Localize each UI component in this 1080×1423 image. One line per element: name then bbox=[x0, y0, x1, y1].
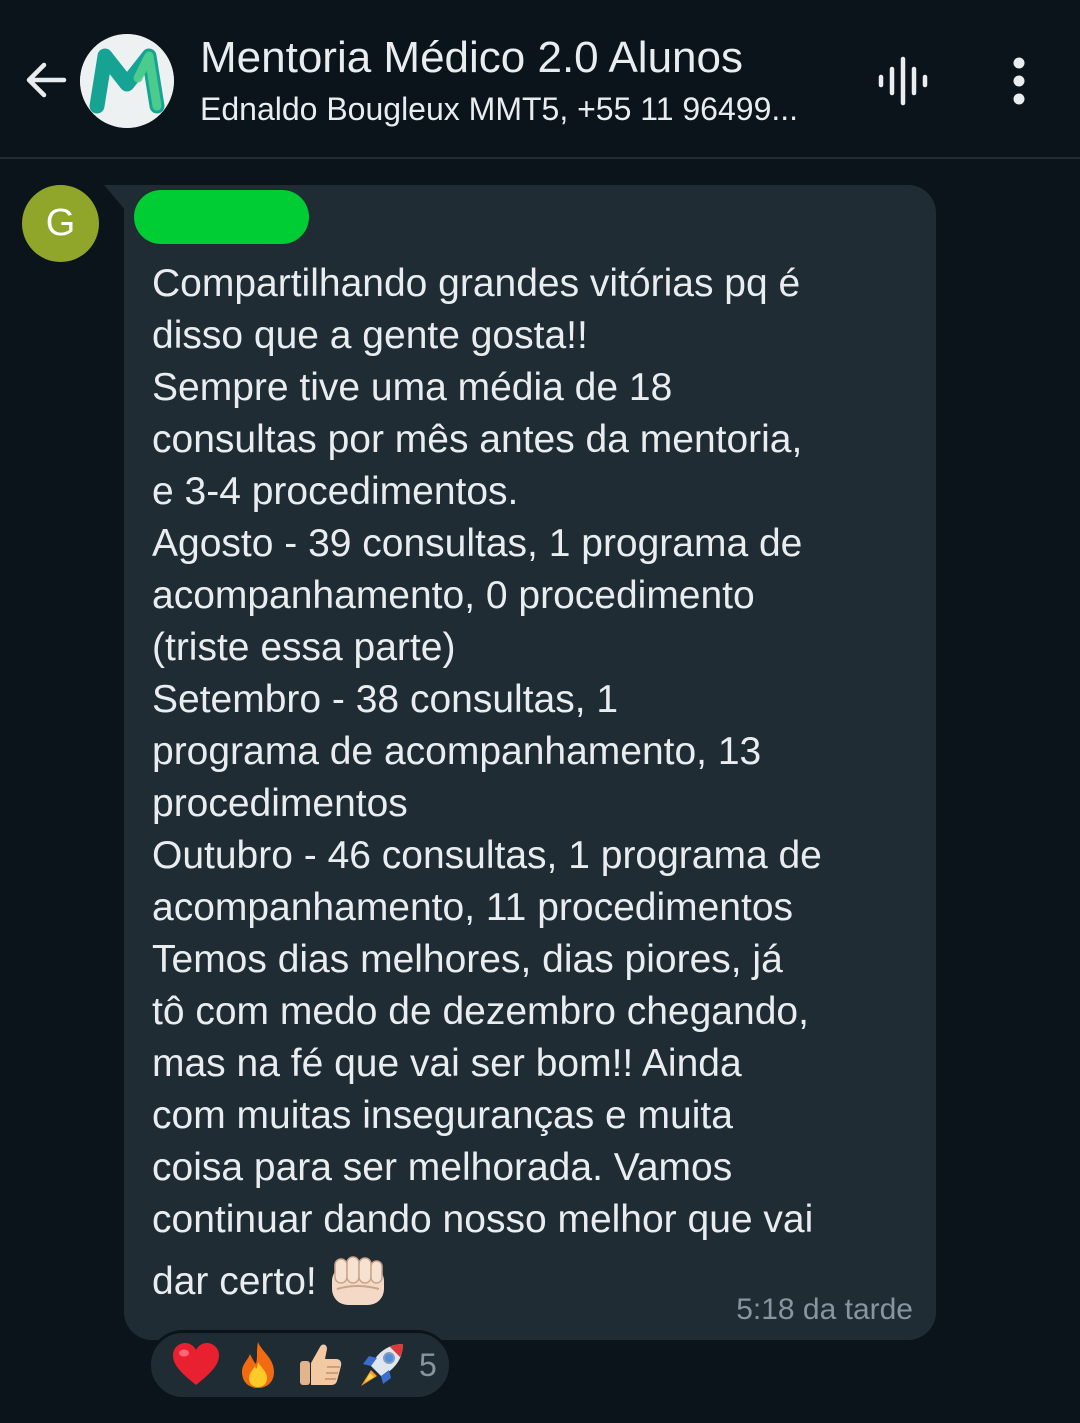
sender-initial: G bbox=[45, 202, 76, 244]
sender-avatar[interactable]: G bbox=[22, 185, 99, 262]
back-arrow-icon[interactable] bbox=[18, 50, 74, 110]
reactions-bar[interactable]: 5 bbox=[148, 1330, 452, 1400]
oncoming-fist-icon bbox=[329, 1255, 387, 1309]
message-last-line: dar certo! bbox=[152, 1252, 387, 1312]
fire-icon bbox=[227, 1337, 289, 1393]
bubble-tail bbox=[104, 185, 126, 211]
heart-icon bbox=[165, 1337, 227, 1393]
voice-chat-icon[interactable] bbox=[872, 50, 934, 112]
group-title: Mentoria Médico 2.0 Alunos bbox=[200, 33, 743, 82]
chat-title-block[interactable]: Mentoria Médico 2.0 Alunos Ednaldo Bougl… bbox=[200, 30, 850, 129]
chat-header: Mentoria Médico 2.0 Alunos Ednaldo Bougl… bbox=[0, 0, 1080, 159]
sender-name-redaction bbox=[134, 190, 309, 244]
group-avatar[interactable] bbox=[80, 34, 174, 128]
chat-screen: Mentoria Médico 2.0 Alunos Ednaldo Bougl… bbox=[0, 0, 1080, 1423]
message-text: Compartilhando grandes vitórias pq é dis… bbox=[152, 262, 822, 1241]
thumbs-up-icon bbox=[289, 1337, 351, 1393]
message-timestamp: 5:18 da tarde bbox=[736, 1293, 913, 1326]
group-members-list: Ednaldo Bougleux MMT5, +55 11 96499... bbox=[200, 91, 799, 127]
reaction-count: 5 bbox=[419, 1346, 437, 1383]
message-last-line-text: dar certo! bbox=[152, 1260, 317, 1303]
more-options-icon[interactable] bbox=[994, 50, 1044, 112]
rocket-icon bbox=[351, 1337, 413, 1393]
mentoria-logo-icon bbox=[80, 34, 174, 128]
